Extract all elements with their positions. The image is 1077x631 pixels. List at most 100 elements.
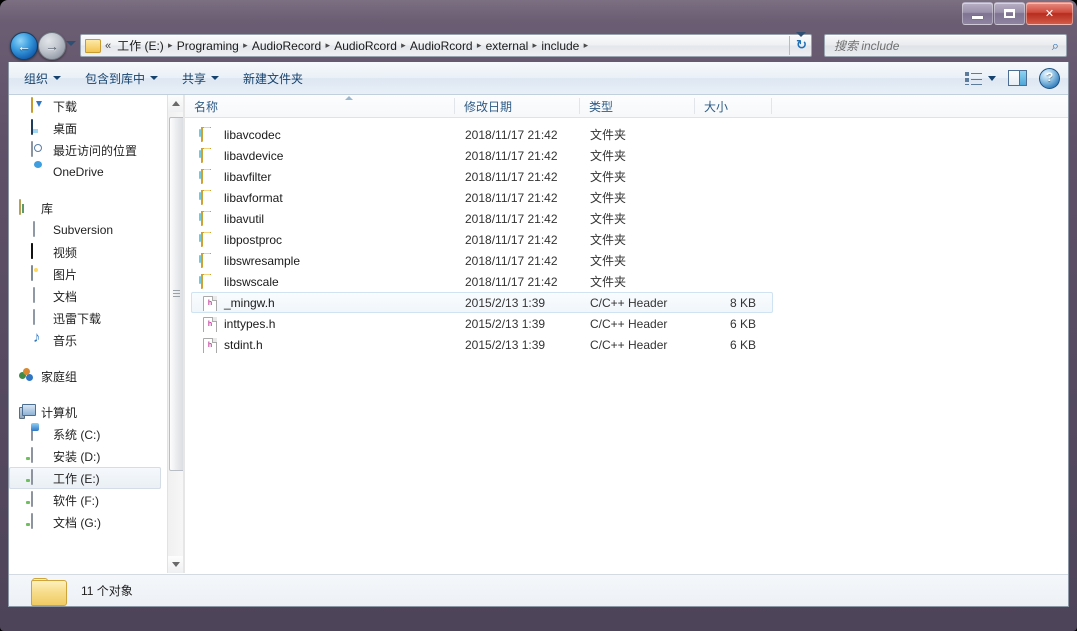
breadcrumb-arrow-5[interactable]: ▸ [530,40,539,51]
recent-places-icon [31,142,47,158]
sidebar-item-drive-e[interactable]: 工作 (E:) [9,467,161,489]
sidebar-item-label: 迅雷下载 [53,310,101,327]
table-row[interactable]: libswscale 2018/11/17 21:42 文件夹 [191,271,773,292]
column-header-label: 类型 [589,98,613,115]
date-modified-cell: 2015/2/13 1:39 [456,338,581,352]
type-cell: 文件夹 [581,231,696,248]
desktop-icon [31,120,47,136]
sidebar-item-music[interactable]: 音乐 [9,329,161,351]
title-bar[interactable]: ✕ [0,0,1077,30]
column-header-size[interactable]: 大小 [695,95,772,117]
sidebar-item-videos[interactable]: 视频 [9,241,161,263]
maximize-button[interactable] [994,2,1025,25]
table-row[interactable]: libavformat 2018/11/17 21:42 文件夹 [191,187,773,208]
sidebar-item-drive-d[interactable]: 安装 (D:) [9,445,161,467]
new-folder-button[interactable]: 新建文件夹 [234,66,312,91]
sidebar-item-label: 下载 [53,98,77,115]
search-input[interactable] [832,38,1052,54]
search-icon[interactable]: ⌕ [1052,38,1059,54]
drive-icon [31,470,47,486]
table-row[interactable]: libavutil 2018/11/17 21:42 文件夹 [191,208,773,229]
minimize-button[interactable] [962,2,993,25]
sidebar-item-homegroup[interactable]: 家庭组 [9,365,161,387]
sidebar-item-subversion[interactable]: Subversion [9,219,161,241]
sidebar-item-drive-f[interactable]: 软件 (F:) [9,489,161,511]
column-header-type[interactable]: 类型 [580,95,695,117]
date-modified-cell: 2018/11/17 21:42 [456,128,581,142]
minimize-icon [972,16,983,19]
breadcrumb-item-5[interactable]: external [484,37,531,55]
picture-icon [31,266,47,282]
command-bar: 组织 包含到库中 共享 新建文件夹 [9,62,1068,95]
breadcrumb-item-0[interactable]: 工作 (E:) [115,35,166,56]
sidebar-item-drive-c[interactable]: 系统 (C:) [9,423,161,445]
change-view-icon[interactable] [965,71,982,85]
back-button[interactable]: ← [10,32,38,60]
file-name: libavutil [224,212,264,226]
column-header-name[interactable]: 名称 [185,95,455,117]
type-cell: 文件夹 [581,273,696,290]
file-name: libpostproc [224,233,282,247]
sidebar-item-downloads[interactable]: 下载 [9,95,161,117]
sidebar-item-desktop[interactable]: 桌面 [9,117,161,139]
close-button[interactable]: ✕ [1026,2,1073,25]
table-row[interactable]: libswresample 2018/11/17 21:42 文件夹 [191,250,773,271]
sidebar-item-thunder-downloads[interactable]: 迅雷下载 [9,307,161,329]
column-header-date-modified[interactable]: 修改日期 [455,95,580,117]
table-row[interactable]: libavfilter 2018/11/17 21:42 文件夹 [191,166,773,187]
table-row[interactable]: libavdevice 2018/11/17 21:42 文件夹 [191,145,773,166]
table-row[interactable]: h inttypes.h 2015/2/13 1:39 C/C++ Header… [191,313,773,334]
folder-icon [201,127,217,143]
history-dropdown-button[interactable] [66,41,76,49]
sidebar-item-computer[interactable]: 计算机 [9,401,161,423]
chevron-up-icon [172,101,180,106]
sidebar-item-pictures[interactable]: 图片 [9,263,161,285]
scroll-up-button[interactable] [168,95,184,112]
file-name-cell: h _mingw.h [192,295,456,311]
breadcrumb-overflow[interactable]: « [105,40,111,52]
breadcrumb-item-4[interactable]: AudioRcord [408,37,475,55]
size-cell: 6 KB [696,317,768,331]
breadcrumb-arrow-0[interactable]: ▸ [166,40,175,51]
share-with-button[interactable]: 共享 [173,66,228,91]
address-bar[interactable]: « 工作 (E:) ▸ Programing ▸ AudioRecord ▸ A… [80,34,812,57]
chevron-down-icon [211,76,219,80]
help-button[interactable]: ? [1039,68,1060,89]
folder-icon [201,232,217,248]
details-pane: 11 个对象 [9,574,1068,606]
breadcrumb-arrow-6[interactable]: ▸ [581,40,590,51]
table-row[interactable]: h _mingw.h 2015/2/13 1:39 C/C++ Header 8… [191,292,773,313]
sidebar-item-label: 桌面 [53,120,77,137]
forward-button[interactable]: → [38,32,66,60]
preview-pane-icon[interactable] [1008,70,1027,86]
table-row[interactable]: h stdint.h 2015/2/13 1:39 C/C++ Header 6… [191,334,773,355]
search-box[interactable]: ⌕ [824,34,1067,57]
folder-icon [201,169,217,185]
breadcrumb-item-6[interactable]: include [539,37,581,55]
table-row[interactable]: libpostproc 2018/11/17 21:42 文件夹 [191,229,773,250]
organize-button[interactable]: 组织 [15,66,70,91]
table-row[interactable]: libavcodec 2018/11/17 21:42 文件夹 [191,124,773,145]
h-file-icon: h [201,316,217,332]
sidebar-item-onedrive[interactable]: OneDrive [9,161,161,183]
breadcrumb-item-3[interactable]: AudioRcord [332,37,399,55]
sidebar-item-drive-g[interactable]: 文档 (G:) [9,511,161,533]
sidebar-item-documents[interactable]: 文档 [9,285,161,307]
refresh-button[interactable]: ↻ [793,37,810,53]
breadcrumb-item-1[interactable]: Programing [175,37,241,55]
view-options-caret-icon[interactable] [988,76,996,81]
sidebar-item-libraries[interactable]: 库 [9,197,161,219]
breadcrumb-arrow-3[interactable]: ▸ [399,40,408,51]
type-cell: 文件夹 [581,147,696,164]
sidebar-item-recent-places[interactable]: 最近访问的位置 [9,139,161,161]
breadcrumb-item-2[interactable]: AudioRecord [250,37,323,55]
scroll-down-button[interactable] [168,556,184,573]
date-modified-cell: 2018/11/17 21:42 [456,149,581,163]
breadcrumb-arrow-4[interactable]: ▸ [475,40,484,51]
include-in-library-button[interactable]: 包含到库中 [76,66,167,91]
file-name-cell: libavdevice [192,148,456,164]
navigation-pane-scrollbar[interactable] [167,95,184,573]
sort-ascending-icon [345,96,353,100]
breadcrumb-arrow-2[interactable]: ▸ [323,40,332,51]
breadcrumb-arrow-1[interactable]: ▸ [241,40,250,51]
